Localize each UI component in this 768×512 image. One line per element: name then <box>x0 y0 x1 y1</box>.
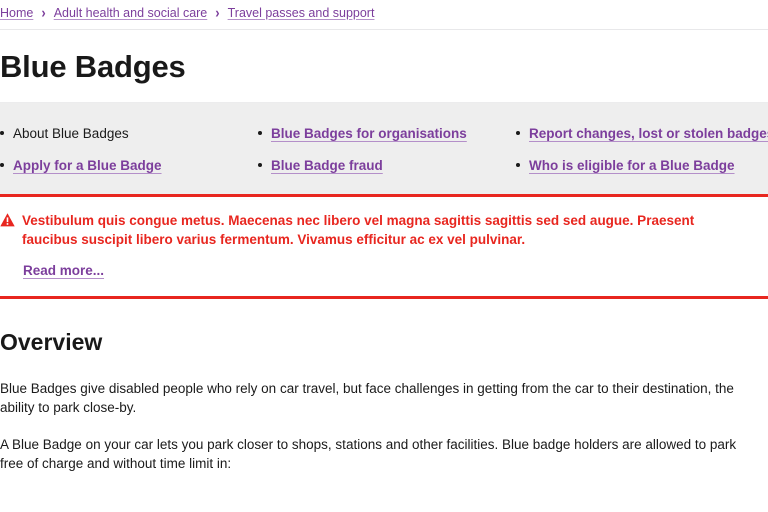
bullet-icon <box>0 163 4 167</box>
read-more-link[interactable]: Read more... <box>23 263 104 278</box>
related-link-label[interactable]: Who is eligible for a Blue Badge <box>529 157 735 174</box>
related-link-label[interactable]: Blue Badge fraud <box>271 157 383 174</box>
alert-read-more[interactable]: Read more... <box>23 262 748 280</box>
related-link-report-changes-lost-or-stolen-badges[interactable]: Report changes, lost or stolen badges <box>516 125 768 142</box>
warning-triangle-icon <box>0 213 15 232</box>
page-title: Blue Badges <box>0 50 768 84</box>
breadcrumb-item-home[interactable]: Home <box>0 5 33 21</box>
related-link-label: About Blue Badges <box>13 125 129 142</box>
related-link-label[interactable]: Apply for a Blue Badge <box>13 157 162 174</box>
related-link-apply-for-a-blue-badge[interactable]: Apply for a Blue Badge <box>0 157 258 174</box>
related-links-grid: About Blue Badges Blue Badges for organi… <box>0 125 768 174</box>
related-link-label[interactable]: Report changes, lost or stolen badges <box>529 125 768 142</box>
chevron-right-icon: › <box>41 4 45 22</box>
bullet-icon <box>516 131 520 135</box>
page-viewport: Home › Adult health and social care › Tr… <box>0 0 768 512</box>
related-links-panel: About Blue Badges Blue Badges for organi… <box>0 103 768 194</box>
overview-paragraph-2: A Blue Badge on your car lets you park c… <box>0 435 762 473</box>
alert-message: Vestibulum quis congue metus. Maecenas n… <box>22 211 734 249</box>
related-link-who-is-eligible-for-a-blue-badge[interactable]: Who is eligible for a Blue Badge <box>516 157 768 174</box>
breadcrumb-bar: Home › Adult health and social care › Tr… <box>0 0 768 30</box>
related-link-label[interactable]: Blue Badges for organisations <box>271 125 467 142</box>
overview-section: Overview Blue Badges give disabled peopl… <box>0 299 768 473</box>
breadcrumb-item-adult-health-and-social-care[interactable]: Adult health and social care <box>54 5 208 21</box>
breadcrumb-item-travel-passes-and-support[interactable]: Travel passes and support <box>228 5 375 21</box>
bullet-icon <box>516 163 520 167</box>
overview-heading: Overview <box>0 329 768 355</box>
breadcrumb: Home › Adult health and social care › Tr… <box>0 5 768 21</box>
chevron-right-icon: › <box>215 4 219 22</box>
alert-banner: Vestibulum quis congue metus. Maecenas n… <box>0 194 768 299</box>
related-link-about-blue-badges: About Blue Badges <box>0 125 258 142</box>
alert-content-row: Vestibulum quis congue metus. Maecenas n… <box>0 211 748 249</box>
related-link-blue-badge-fraud[interactable]: Blue Badge fraud <box>258 157 516 174</box>
related-link-blue-badges-for-organisations[interactable]: Blue Badges for organisations <box>258 125 516 142</box>
bullet-icon <box>0 131 4 135</box>
bullet-icon <box>258 131 262 135</box>
bullet-icon <box>258 163 262 167</box>
title-block: Blue Badges <box>0 30 768 103</box>
overview-paragraph-1: Blue Badges give disabled people who rel… <box>0 379 762 417</box>
